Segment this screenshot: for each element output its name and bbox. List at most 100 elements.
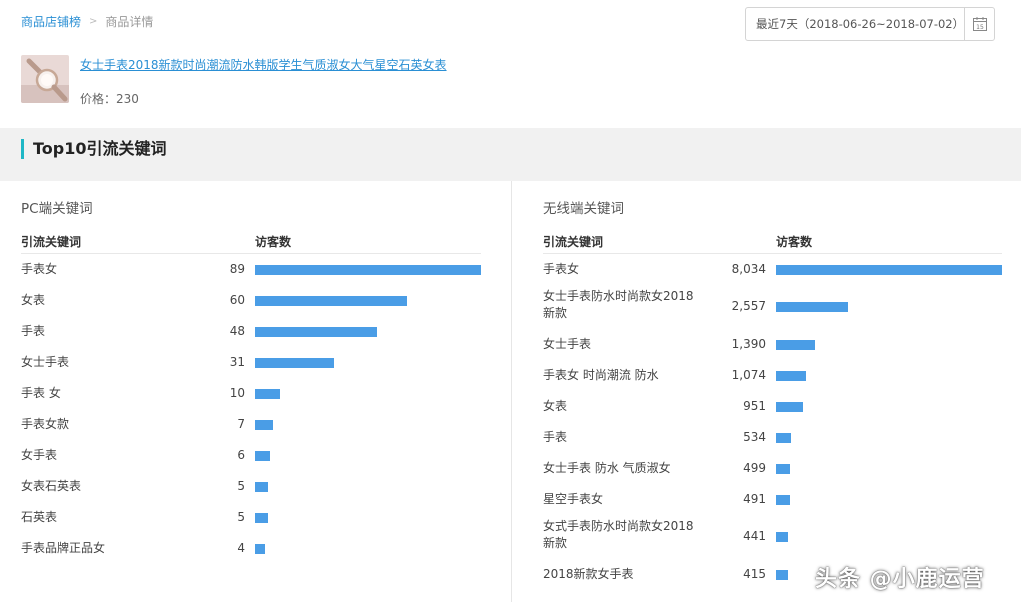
keyword-text: 手表 女 <box>21 386 61 400</box>
visitor-count: 31 <box>229 354 245 369</box>
section-title: Top10引流关键词 <box>21 139 167 159</box>
keyword-row: 女式手表防水时尚款女2018新款 441 <box>512 515 1021 559</box>
mobile-col-keyword: 引流关键词 <box>543 235 604 249</box>
visitor-bar <box>255 450 270 461</box>
visitor-bar <box>255 357 334 368</box>
breadcrumb-root-link[interactable]: 商品店铺榜 <box>21 13 81 30</box>
keyword-text: 手表女 <box>21 262 58 276</box>
keyword-text: 手表 <box>21 324 46 338</box>
keyword-row: 女表 60 <box>0 285 511 316</box>
visitor-count: 499 <box>743 460 766 475</box>
keyword-text: 女式手表防水时尚款女2018新款 <box>543 519 694 550</box>
visitor-bar <box>255 419 273 430</box>
keyword-text: 石英表 <box>21 510 58 524</box>
visitor-bar <box>776 339 815 350</box>
watch-thumbnail-icon <box>21 55 69 103</box>
visitor-bar <box>776 370 806 381</box>
visitor-count: 951 <box>743 398 766 413</box>
visitor-bar <box>776 432 791 443</box>
visitor-bar <box>255 481 268 492</box>
visitor-bar <box>776 401 803 412</box>
keyword-row: 石英表 5 <box>0 502 511 533</box>
keyword-row: 女士手表 31 <box>0 347 511 378</box>
product-image[interactable] <box>21 55 69 103</box>
visitor-count: 5 <box>237 509 245 524</box>
price-value: 230 <box>116 92 139 106</box>
keyword-text: 女表 <box>543 399 568 413</box>
breadcrumb-separator-icon: > <box>89 16 98 27</box>
svg-text:15: 15 <box>976 24 984 31</box>
keyword-text: 手表 <box>543 430 568 444</box>
visitor-count: 48 <box>229 323 245 338</box>
keyword-row: 女表石英表 5 <box>0 471 511 502</box>
visitor-count: 60 <box>229 292 245 307</box>
keyword-text: 女士手表 <box>21 355 70 369</box>
keyword-text: 手表女 时尚潮流 防水 <box>543 368 659 382</box>
product-title-link[interactable]: 女士手表2018新款时尚潮流防水韩版学生气质淑女大气星空石英女表 <box>80 56 447 73</box>
keyword-text: 女表石英表 <box>21 479 82 493</box>
watermark: 头条 @小鹿运营 <box>815 567 985 592</box>
visitor-count: 6 <box>237 447 245 462</box>
keyword-row: 女士手表 防水 气质淑女 499 <box>512 453 1021 484</box>
visitor-count: 89 <box>229 261 245 276</box>
visitor-bar <box>255 326 377 337</box>
keyword-text: 手表女 <box>543 262 580 276</box>
pc-col-keyword: 引流关键词 <box>21 235 82 249</box>
product-price: 价格：230 <box>80 90 139 107</box>
keyword-text: 女表 <box>21 293 46 307</box>
keyword-row: 手表 女 10 <box>0 378 511 409</box>
date-range-text: 最近7天（2018-06-26~2018-07-02） <box>756 17 965 31</box>
visitor-count: 10 <box>229 385 245 400</box>
keyword-text: 女士手表防水时尚款女2018新款 <box>543 289 694 320</box>
keyword-text: 女手表 <box>21 448 58 462</box>
keyword-row: 手表 534 <box>512 422 1021 453</box>
keyword-row: 手表 48 <box>0 316 511 347</box>
visitor-bar <box>776 532 788 542</box>
visitor-bar <box>255 543 265 554</box>
visitor-count: 8,034 <box>731 261 766 276</box>
breadcrumb: 商品店铺榜 > 商品详情 <box>21 13 153 30</box>
mobile-col-visitors: 访客数 <box>776 235 813 249</box>
visitor-count: 4 <box>237 540 245 555</box>
mobile-keyword-panel: 无线端关键词 引流关键词 访客数 手表女 8,034 女士手表防水时尚款女2018新… <box>511 181 1021 602</box>
price-label: 价格： <box>80 92 117 106</box>
visitor-bar <box>255 512 268 523</box>
pc-panel-title: PC端关键词 <box>21 201 93 217</box>
keyword-row: 星空手表女 491 <box>512 484 1021 515</box>
date-range-picker[interactable]: 最近7天（2018-06-26~2018-07-02） 15 <box>745 7 995 41</box>
visitor-count: 415 <box>743 566 766 581</box>
keyword-row: 女士手表防水时尚款女2018新款 2,557 <box>512 285 1021 329</box>
mobile-panel-title: 无线端关键词 <box>543 201 624 217</box>
keyword-row: 手表女 8,034 <box>512 254 1021 285</box>
keyword-row: 女士手表 1,390 <box>512 329 1021 360</box>
pc-keyword-panel: PC端关键词 引流关键词 访客数 手表女 89 女表 60 手表 48 女士手表 31 手表 女… <box>0 181 511 602</box>
visitor-bar <box>776 302 848 312</box>
visitor-bar <box>776 569 788 580</box>
pc-col-visitors: 访客数 <box>255 235 292 249</box>
keyword-text: 2018新款女手表 <box>543 567 634 581</box>
calendar-button[interactable]: 15 <box>964 8 994 40</box>
keyword-row: 女手表 6 <box>0 440 511 471</box>
breadcrumb-current: 商品详情 <box>105 15 154 29</box>
visitor-count: 5 <box>237 478 245 493</box>
keyword-row: 手表女 89 <box>0 254 511 285</box>
visitor-bar <box>776 463 790 474</box>
visitor-count: 491 <box>743 491 766 506</box>
visitor-bar <box>255 388 280 399</box>
keyword-row: 手表女 时尚潮流 防水 1,074 <box>512 360 1021 391</box>
keyword-row: 手表品牌正品女 4 <box>0 533 511 564</box>
visitor-count: 534 <box>743 429 766 444</box>
keyword-text: 女士手表 <box>543 337 592 351</box>
visitor-count: 2,557 <box>731 299 766 313</box>
visitor-count: 1,074 <box>731 367 766 382</box>
visitor-count: 441 <box>743 529 766 543</box>
keyword-row: 手表女款 7 <box>0 409 511 440</box>
visitor-bar <box>255 295 407 306</box>
calendar-icon: 15 <box>972 17 987 31</box>
visitor-bar <box>776 264 1002 275</box>
visitor-bar <box>255 264 481 275</box>
visitor-count: 1,390 <box>731 336 766 351</box>
visitor-count: 7 <box>237 416 245 431</box>
product-header: 商品店铺榜 > 商品详情 女士手表2018新款时尚潮流防水韩版学生气质淑女大气星… <box>0 0 1021 128</box>
keyword-text: 女士手表 防水 气质淑女 <box>543 461 671 475</box>
